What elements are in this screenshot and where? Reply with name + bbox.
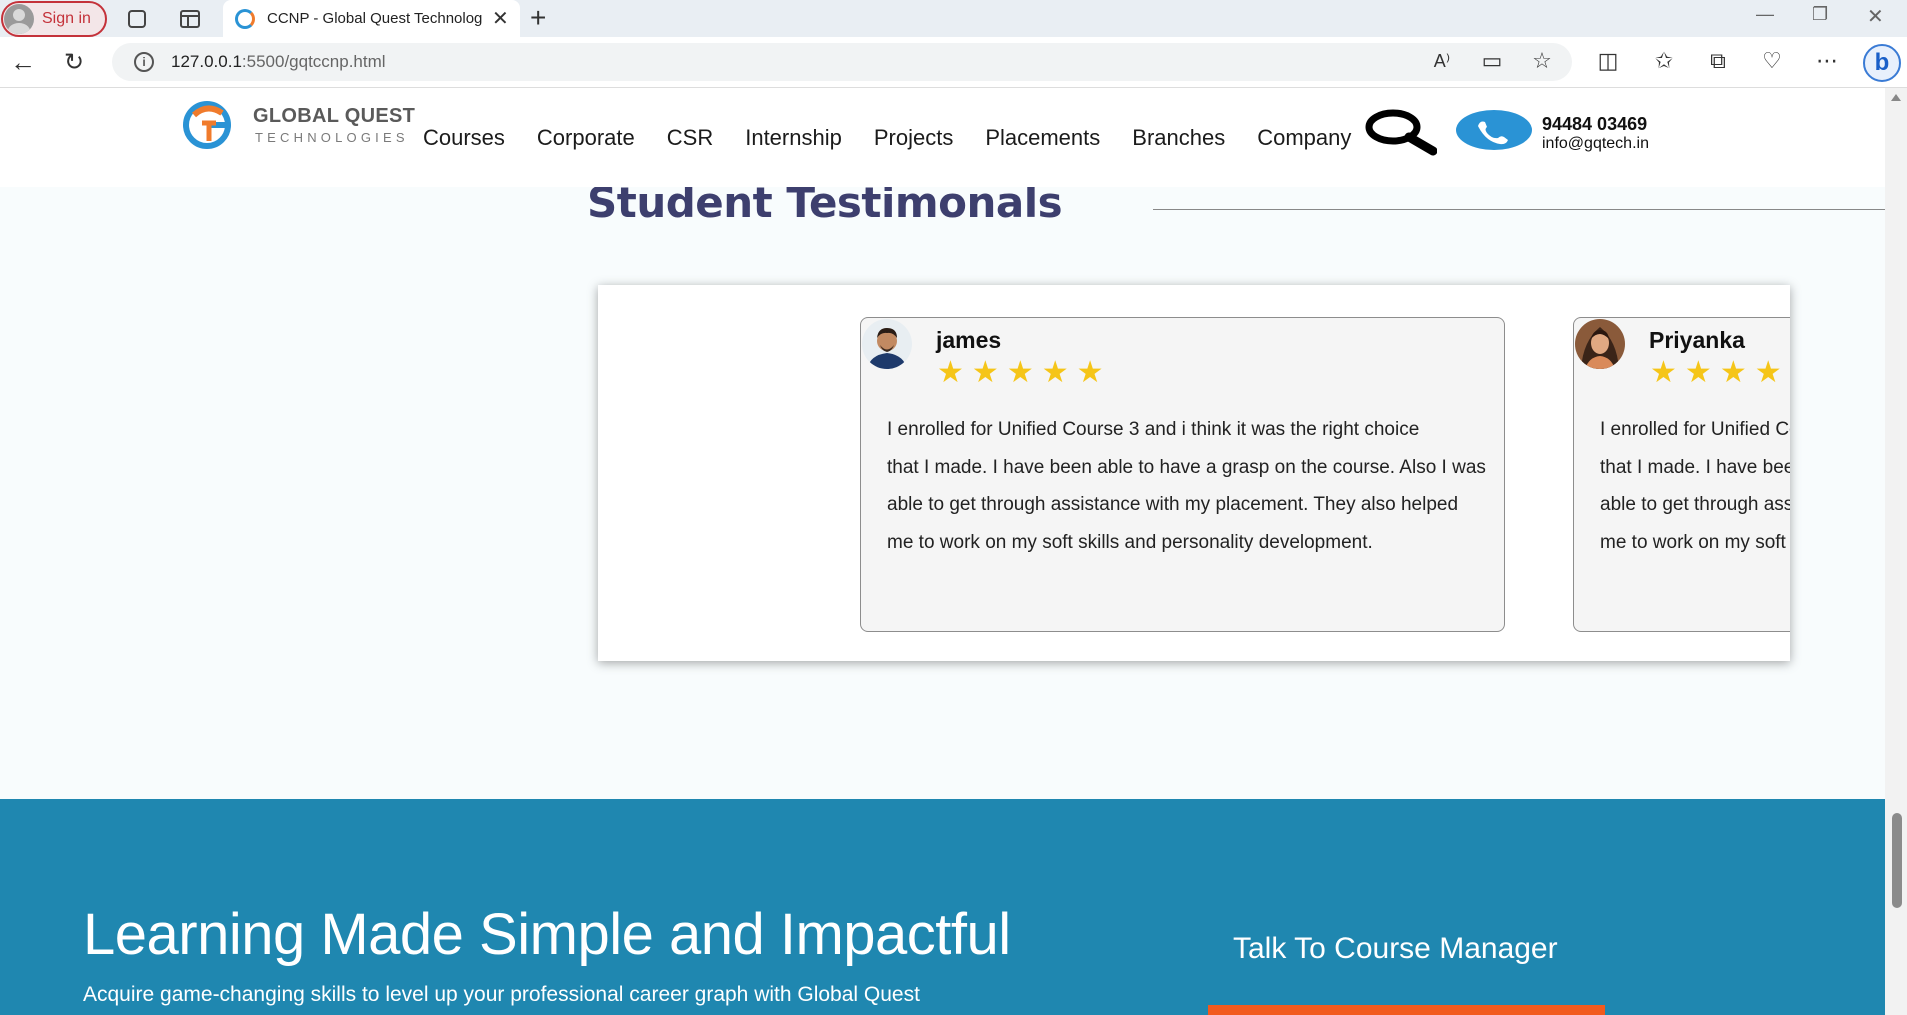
new-tab-icon[interactable]: + [530, 2, 546, 34]
browser-tab-active[interactable]: CCNP - Global Quest Technologies ✕ [223, 0, 520, 37]
star-icon: ★ [1041, 356, 1069, 389]
cta-section: Learning Made Simple and Impactful Acqui… [0, 799, 1885, 1015]
star-icon: ★ [937, 356, 964, 389]
phone-icon[interactable] [1456, 110, 1532, 150]
review-line: able to get through assistance with my p… [887, 494, 1459, 515]
nav-csr[interactable]: CSR [667, 125, 713, 151]
nav-branches[interactable]: Branches [1132, 125, 1225, 151]
sign-in-button[interactable]: Sign in [1, 1, 107, 37]
course-manager-heading: Talk To Course Manager [1233, 932, 1558, 965]
cta-title: Learning Made Simple and Impactful [83, 902, 1011, 967]
vertical-tabs-icon[interactable] [180, 10, 200, 28]
testimonial-carousel[interactable]: james ★ ★ ★ ★ ★ I enrolled for Unified Cours… [598, 285, 1790, 661]
close-window-icon[interactable]: ✕ [1867, 4, 1884, 29]
restore-icon[interactable]: ❐ [1812, 4, 1828, 25]
avatar [1575, 319, 1625, 369]
browser-tab-bar: Sign in CCNP - Global Quest Technologies… [0, 0, 1907, 37]
search-icon[interactable] [1363, 109, 1438, 157]
nav-company[interactable]: Company [1257, 125, 1351, 151]
collections-toolbar-icon[interactable]: ⧉ [1706, 49, 1730, 73]
minimize-icon[interactable]: — [1756, 4, 1774, 25]
gqt-logo-icon[interactable] [180, 99, 238, 151]
section-divider [1153, 209, 1885, 210]
review-line: me to work on my soft skills and persona… [1600, 531, 1790, 553]
star-icon: ★ [971, 356, 999, 389]
course-manager-button[interactable] [1208, 1005, 1605, 1015]
scrollbar-thumb[interactable] [1892, 813, 1902, 908]
url-text: 127.0.0.1:5500/gqtccnp.html [171, 52, 386, 72]
profile-avatar-icon [4, 4, 34, 34]
nav-courses[interactable]: Courses [423, 125, 505, 151]
reviewer-name: james [936, 327, 1002, 353]
favorites-icon[interactable]: ✩ [1652, 49, 1676, 73]
review-line: able to get through assistance with my p… [1600, 494, 1790, 515]
review-line: I enrolled for Unified Course 3 and i th… [1600, 419, 1790, 440]
logo-title: GLOBAL QUEST [253, 105, 416, 127]
nav-placements[interactable]: Placements [985, 125, 1100, 151]
copilot-icon[interactable]: b [1863, 44, 1901, 82]
contact-email[interactable]: info@gqtech.in [1542, 135, 1649, 153]
url-field[interactable]: i 127.0.0.1:5500/gqtccnp.html [112, 43, 1572, 81]
site-header: GLOBAL QUEST TECHNOLOGIES Courses Corpor… [0, 88, 1885, 187]
read-aloud-icon[interactable]: A⁾ [1430, 49, 1454, 73]
sign-in-label: Sign in [42, 10, 91, 27]
nav-internship[interactable]: Internship [745, 125, 842, 151]
star-icon: ★ [1754, 356, 1782, 389]
back-icon[interactable]: ← [10, 47, 36, 78]
more-options-icon[interactable]: ⋯ [1815, 49, 1839, 73]
star-icon: ★ [1650, 356, 1677, 389]
review-text: I enrolled for Unified Course 3 and i th… [1600, 411, 1790, 561]
testimonial-card: james ★ ★ ★ ★ ★ I enrolled for Unified Cours… [860, 317, 1505, 632]
review-line: I enrolled for Unified Course 3 and i th… [887, 419, 1420, 440]
collections-icon[interactable] [128, 10, 146, 28]
avatar [862, 319, 912, 369]
review-line: me to work on my soft skills and persona… [887, 531, 1373, 553]
star-icon: ★ [1006, 356, 1034, 389]
main-nav: Courses Corporate CSR Internship Project… [423, 125, 1383, 151]
star-rating: ★★★★★ [937, 357, 1112, 389]
cta-subtitle: Acquire game-changing skills to level up… [83, 983, 920, 1006]
nav-corporate[interactable]: Corporate [537, 125, 635, 151]
page-viewport: Student Testimonals james ★ ★ ★ ★ ★ I enroll… [0, 88, 1885, 1015]
url-host: 127.0.0.1 [171, 52, 242, 71]
reviewer-name: Priyanka [1649, 327, 1745, 353]
site-info-icon[interactable]: i [134, 52, 154, 72]
browser-address-bar: ← ↻ i 127.0.0.1:5500/gqtccnp.html A⁾ ▭ ☆… [0, 37, 1907, 88]
split-screen-icon[interactable]: ◫ [1596, 49, 1620, 73]
immersive-reader-icon[interactable]: ▭ [1480, 49, 1504, 73]
page-scrollbar[interactable] [1885, 88, 1907, 1015]
url-path: :5500/gqtccnp.html [241, 52, 386, 71]
star-rating: ★★★★★ [1650, 357, 1790, 389]
star-icon: ★ [1719, 356, 1747, 389]
scroll-up-icon[interactable] [1891, 94, 1901, 101]
site-favicon-icon [235, 8, 255, 29]
nav-projects[interactable]: Projects [874, 125, 953, 151]
favorite-star-icon[interactable]: ☆ [1530, 49, 1554, 73]
review-text: I enrolled for Unified Course 3 and i th… [887, 411, 1507, 561]
review-line: that I made. I have been able to have a … [887, 456, 1486, 478]
testimonial-card: Priyanka ★★★★★ I enrolled for Unified Co… [1573, 317, 1790, 632]
tab-title: CCNP - Global Quest Technologies [267, 10, 482, 27]
star-icon: ★ [1076, 356, 1104, 389]
refresh-icon[interactable]: ↻ [64, 48, 84, 77]
review-line: that I made. I have been able to have a … [1600, 456, 1790, 478]
star-icon: ★ [1684, 356, 1712, 389]
logo-subtitle: TECHNOLOGIES [255, 130, 409, 145]
phone-number[interactable]: 94484 03469 [1542, 114, 1647, 135]
browser-essentials-icon[interactable]: ♡ [1760, 49, 1784, 73]
close-tab-icon[interactable]: ✕ [492, 6, 509, 31]
